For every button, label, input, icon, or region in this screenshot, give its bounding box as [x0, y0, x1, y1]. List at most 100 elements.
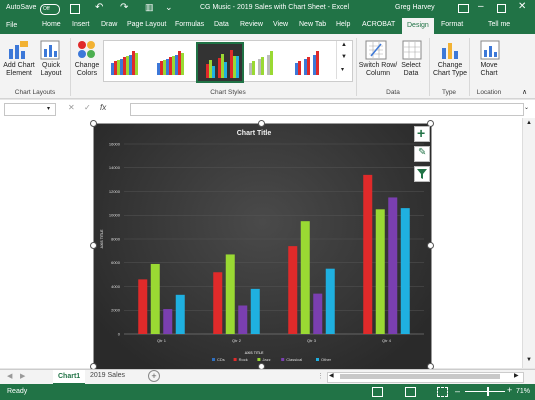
select-data-button[interactable]: Select Data: [398, 62, 424, 78]
bar: [375, 209, 385, 334]
redo-icon[interactable]: ↷: [120, 2, 128, 13]
chart-style-5[interactable]: [290, 45, 330, 77]
ribbon-separator: [429, 38, 430, 96]
tab-formulas[interactable]: Formulas: [175, 21, 204, 28]
name-box[interactable]: ▾: [4, 103, 56, 116]
enter-icon[interactable]: ✓: [84, 103, 91, 112]
y-tick-label: 14000: [109, 165, 121, 170]
close-icon[interactable]: ✕: [518, 1, 526, 12]
tab-acrobat[interactable]: ACROBAT: [362, 21, 395, 28]
y-axis-title[interactable]: AXIS TITLE: [100, 229, 104, 249]
change-colors-icon: [78, 41, 95, 58]
formula-input[interactable]: [130, 103, 524, 116]
scroll-up-icon[interactable]: ▲: [526, 120, 532, 126]
prev-sheet-icon[interactable]: ◀: [7, 372, 12, 380]
quick-layout-button[interactable]: Quick Layout: [36, 62, 66, 78]
change-chart-type-button[interactable]: Change Chart Type: [432, 62, 468, 78]
y-tick-label: 12000: [109, 189, 121, 194]
scroll-left-icon[interactable]: ◀: [329, 372, 334, 379]
brush-icon: ✎: [418, 147, 427, 158]
add-chart-element-button[interactable]: Add Chart Element: [2, 62, 36, 78]
y-tick-label: 16000: [109, 141, 121, 146]
scroll-thumb[interactable]: [340, 374, 500, 379]
tab-data[interactable]: Data: [214, 21, 229, 28]
user-name[interactable]: Greg Harvey: [395, 4, 435, 11]
horizontal-scrollbar[interactable]: ◀ ▶: [327, 372, 524, 383]
zoom-level[interactable]: 71%: [516, 388, 530, 395]
tab-new-tab[interactable]: New Tab: [299, 21, 326, 28]
gallery-scroll[interactable]: ▲ ▼ ▾: [336, 41, 351, 79]
y-tick-label: 2000: [111, 308, 121, 313]
tab-view[interactable]: View: [273, 21, 288, 28]
tab-help[interactable]: Help: [336, 21, 350, 28]
new-sheet-button[interactable]: +: [148, 370, 160, 382]
chart-title[interactable]: Chart Title: [237, 130, 272, 137]
bar: [225, 254, 235, 334]
resize-handle[interactable]: [90, 120, 97, 127]
sheet-tab-chart1[interactable]: Chart1: [53, 370, 86, 385]
move-chart-button[interactable]: Move Chart: [474, 62, 504, 78]
status-bar: Ready – + 71%: [0, 384, 535, 400]
tab-format[interactable]: Format: [441, 21, 463, 28]
gallery-up-icon[interactable]: ▲: [341, 42, 347, 48]
zoom-slider[interactable]: [465, 391, 505, 392]
legend-label: CDs: [217, 357, 225, 362]
ribbon-display-icon[interactable]: [458, 4, 469, 13]
undo-icon[interactable]: ↶: [95, 2, 103, 13]
add-chart-element-icon: [9, 41, 28, 59]
switch-row-column-button[interactable]: Switch Row/ Column: [358, 62, 398, 78]
chart-elements-button[interactable]: +: [414, 125, 430, 142]
tab-review[interactable]: Review: [240, 21, 263, 28]
tab-split-handle[interactable]: ⋮: [317, 372, 324, 380]
chart-style-4[interactable]: [244, 45, 284, 77]
zoom-slider-thumb[interactable]: [487, 387, 489, 396]
tab-page-layout[interactable]: Page Layout: [127, 21, 166, 28]
x-axis-title[interactable]: AXIS TITLE: [245, 351, 265, 355]
vertical-scrollbar[interactable]: ▲ ▼: [522, 118, 535, 368]
gallery-down-icon[interactable]: ▼: [341, 54, 347, 60]
maximize-icon[interactable]: [497, 4, 506, 13]
chart-style-1[interactable]: [106, 45, 146, 77]
normal-view-icon[interactable]: [372, 387, 383, 397]
change-colors-button[interactable]: Change Colors: [72, 62, 102, 78]
resize-handle[interactable]: [258, 120, 265, 127]
plus-icon: +: [417, 125, 426, 141]
scroll-right-icon[interactable]: ▶: [514, 372, 519, 379]
cancel-icon[interactable]: ✕: [68, 103, 75, 112]
insert-function-icon[interactable]: fx: [100, 103, 106, 112]
minimize-icon[interactable]: –: [478, 1, 484, 12]
y-tick-label: 4000: [111, 284, 121, 289]
gallery-more-icon[interactable]: ▾: [341, 66, 344, 73]
chart-area[interactable]: Chart Title AXIS TITLE AXIS TITLE 0 2000 4…: [93, 123, 432, 370]
tab-file[interactable]: File: [0, 18, 24, 34]
sheet-tab-2019-sales[interactable]: 2019 Sales: [90, 372, 125, 379]
page-break-view-icon[interactable]: [437, 387, 448, 397]
scroll-down-icon[interactable]: ▼: [526, 357, 532, 363]
customize-qat-icon[interactable]: ⌄: [165, 2, 173, 13]
resize-handle[interactable]: [427, 242, 434, 249]
tab-insert[interactable]: Insert: [72, 21, 90, 28]
expand-formula-icon[interactable]: ⌄: [524, 104, 529, 111]
page-layout-view-icon[interactable]: [405, 387, 416, 397]
chart-style-2[interactable]: [152, 45, 192, 77]
chart-filters-button[interactable]: [414, 166, 430, 182]
zoom-out-icon[interactable]: –: [455, 386, 460, 396]
tab-tell-me[interactable]: Tell me: [488, 21, 510, 28]
tab-design[interactable]: Design: [402, 18, 434, 34]
autosave-toggle[interactable]: Off: [40, 4, 60, 15]
name-box-dropdown-icon[interactable]: ▾: [47, 105, 50, 112]
chart-style-selected[interactable]: [196, 42, 244, 83]
bar: [300, 221, 310, 334]
zoom-in-icon[interactable]: +: [507, 385, 512, 395]
next-sheet-icon[interactable]: ▶: [20, 372, 25, 380]
save-icon[interactable]: [70, 4, 80, 14]
resize-handle[interactable]: [90, 242, 97, 249]
bar-chart: Chart Title AXIS TITLE AXIS TITLE 0 2000 4…: [100, 130, 424, 362]
chart-icon[interactable]: ▥: [145, 2, 154, 13]
bar: [150, 263, 160, 334]
tab-home[interactable]: Home: [42, 21, 61, 28]
tab-draw[interactable]: Draw: [101, 21, 117, 28]
bar: [163, 309, 173, 334]
collapse-ribbon-icon[interactable]: ∧: [522, 88, 527, 96]
chart-styles-button[interactable]: ✎: [414, 146, 430, 162]
